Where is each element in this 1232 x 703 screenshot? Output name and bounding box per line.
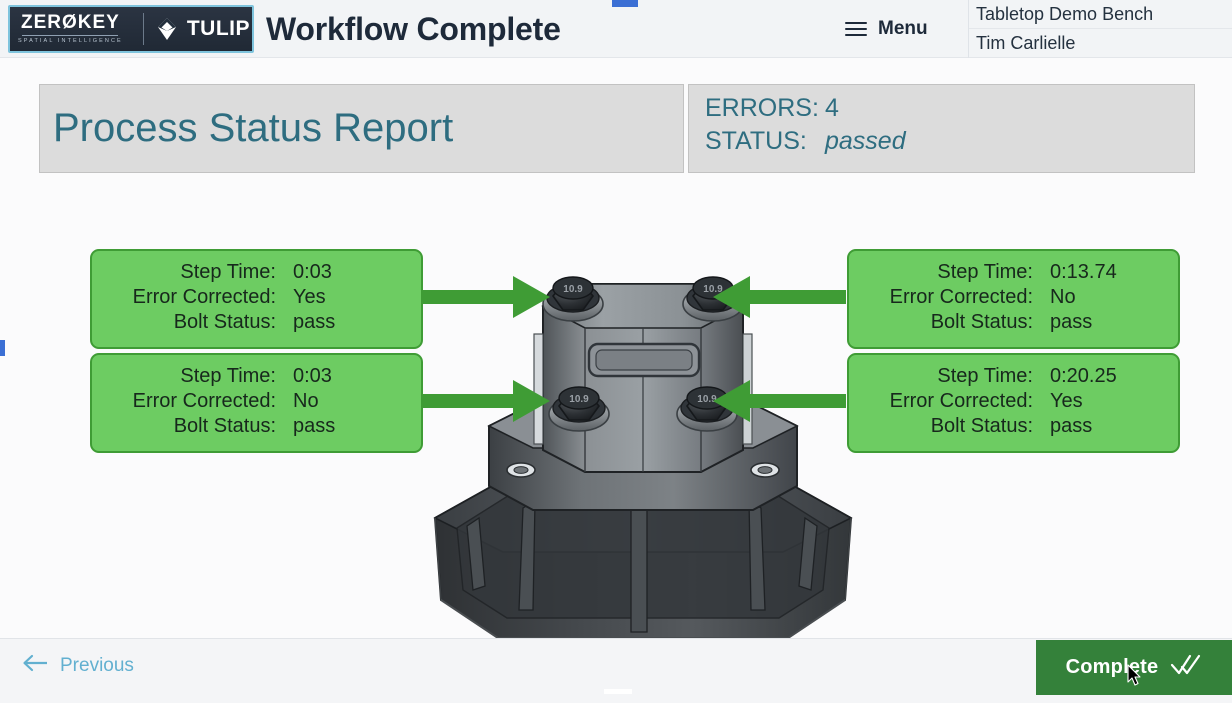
status-row: STATUS: passed [705, 127, 906, 160]
step-time-label: Step Time: [937, 365, 1033, 387]
bolt-status-row: Bolt Status: pass [849, 311, 1178, 336]
station-name[interactable]: Tabletop Demo Bench [969, 0, 1232, 29]
error-corrected-row: Error Corrected: No [849, 286, 1178, 311]
workflow-complete-screen: ZERØKEY SPATIAL INTELLIGENCE TULIP Workf… [0, 0, 1232, 695]
step-time-row: Step Time: 0:20.25 [849, 365, 1178, 390]
zerokey-rule [22, 35, 119, 36]
arrow-bottom-left [417, 376, 551, 431]
page-title: Workflow Complete [266, 11, 561, 47]
step-time-label: Step Time: [937, 261, 1033, 283]
arrow-left-icon [22, 653, 48, 678]
error-corrected-row: Error Corrected: Yes [849, 390, 1178, 415]
step-card-bottom-left[interactable]: Step Time: 0:03 Error Corrected: No Bolt… [90, 353, 423, 453]
tulip-diamond-icon [154, 16, 180, 42]
tulip-wordmark: TULIP [186, 17, 251, 40]
errors-label: ERRORS: [705, 94, 819, 122]
hamburger-icon [845, 22, 867, 36]
error-corrected-row: Error Corrected: Yes [92, 286, 421, 311]
report-header-panel: Process Status Report [39, 84, 684, 173]
session-info: Tabletop Demo Bench Tim Carlielle [969, 0, 1232, 58]
bolt-status-row: Bolt Status: pass [92, 415, 421, 440]
step-time-row: Step Time: 0:13.74 [849, 261, 1178, 286]
error-corrected-label: Error Corrected: [889, 390, 1033, 412]
status-label: STATUS: [705, 127, 807, 155]
previous-button[interactable]: Previous [22, 653, 134, 678]
brand-logo: ZERØKEY SPATIAL INTELLIGENCE TULIP [8, 5, 254, 53]
step-time-value: 0:03 [293, 365, 332, 387]
bolt-status-label: Bolt Status: [173, 311, 276, 333]
step-time-value: 0:13.74 [1050, 261, 1117, 283]
app-footer: Previous Complete [0, 638, 1232, 695]
viewport-artifact-left [0, 340, 5, 356]
report-title: Process Status Report [53, 106, 454, 150]
bolt-status-row: Bolt Status: pass [92, 311, 421, 336]
double-check-icon [1170, 654, 1202, 681]
bolt-status-value: pass [293, 415, 336, 437]
menu-button[interactable]: Menu [845, 12, 928, 46]
status-badge: passed [825, 127, 906, 155]
error-corrected-value: Yes [293, 286, 326, 308]
bolt-status-label: Bolt Status: [173, 415, 276, 437]
error-corrected-label: Error Corrected: [889, 286, 1033, 308]
report-stage: Process Status Report ERRORS: 4 STATUS: … [0, 58, 1232, 639]
step-time-label: Step Time: [180, 365, 276, 387]
user-name[interactable]: Tim Carlielle [969, 29, 1232, 58]
bolt-status-value: pass [293, 311, 336, 333]
zerokey-tagline: SPATIAL INTELLIGENCE [17, 38, 123, 44]
step-card-top-left[interactable]: Step Time: 0:03 Error Corrected: Yes Bol… [90, 249, 423, 349]
error-corrected-value: No [293, 390, 319, 412]
svg-text:10.9: 10.9 [563, 284, 583, 295]
arrow-top-right [713, 272, 847, 327]
previous-label: Previous [60, 654, 134, 676]
error-corrected-label: Error Corrected: [132, 286, 276, 308]
step-time-row: Step Time: 0:03 [92, 261, 421, 286]
mouse-cursor [1127, 664, 1143, 688]
arrow-bottom-right [713, 376, 847, 431]
error-corrected-value: No [1050, 286, 1076, 308]
errors-value: 4 [825, 94, 839, 122]
error-corrected-value: Yes [1050, 390, 1083, 412]
svg-text:10.9: 10.9 [569, 394, 589, 405]
step-time-row: Step Time: 0:03 [92, 365, 421, 390]
bolt-status-row: Bolt Status: pass [849, 415, 1178, 440]
logo-separator [142, 13, 144, 45]
viewport-artifact-bottom [604, 689, 632, 694]
app-header: ZERØKEY SPATIAL INTELLIGENCE TULIP Workf… [0, 0, 1232, 58]
complete-label: Complete [1065, 656, 1159, 678]
tulip-logo: TULIP [154, 16, 250, 42]
menu-label: Menu [878, 18, 928, 39]
errors-row: ERRORS: 4 [705, 94, 906, 127]
step-time-value: 0:20.25 [1050, 365, 1117, 387]
status-summary-panel: ERRORS: 4 STATUS: passed [688, 84, 1195, 173]
step-card-top-right[interactable]: Step Time: 0:13.74 Error Corrected: No B… [847, 249, 1180, 349]
error-corrected-label: Error Corrected: [132, 390, 276, 412]
bolt-status-label: Bolt Status: [930, 311, 1033, 333]
bolt-status-label: Bolt Status: [930, 415, 1033, 437]
error-corrected-row: Error Corrected: No [92, 390, 421, 415]
zerokey-logo: ZERØKEY SPATIAL INTELLIGENCE [12, 13, 133, 45]
viewport-artifact-top [612, 0, 638, 7]
step-card-bottom-right[interactable]: Step Time: 0:20.25 Error Corrected: Yes … [847, 353, 1180, 453]
arrow-top-left [417, 272, 551, 327]
bolt-status-value: pass [1050, 415, 1093, 437]
step-time-value: 0:03 [293, 261, 332, 283]
step-time-label: Step Time: [180, 261, 276, 283]
zerokey-wordmark: ZERØKEY [20, 12, 120, 33]
bolt-status-value: pass [1050, 311, 1093, 333]
